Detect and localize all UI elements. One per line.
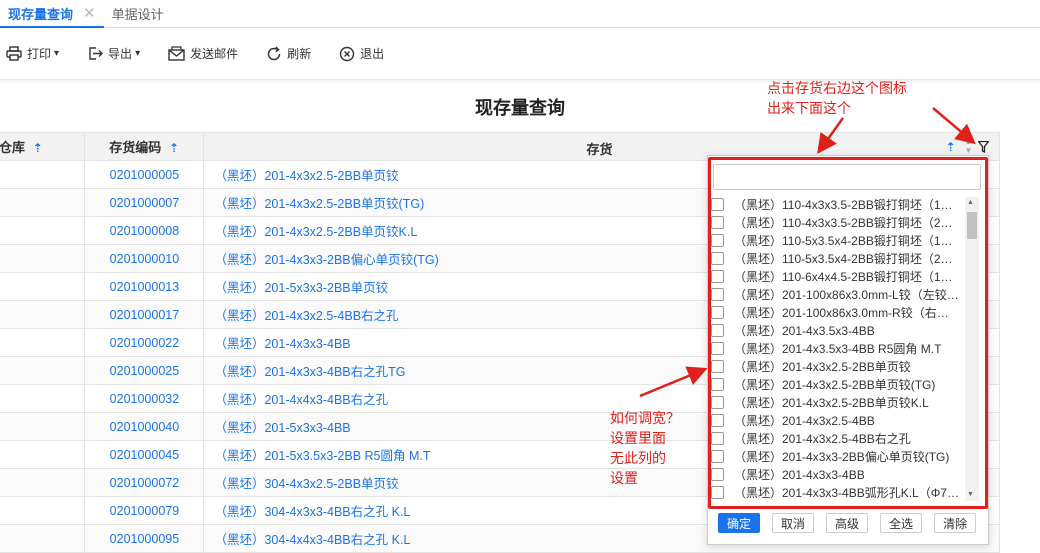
arrow-to-filter-icon [932,107,976,145]
annotation-arrows [639,107,976,398]
arrow-to-popup [817,117,845,155]
arrow-to-list [639,366,708,398]
